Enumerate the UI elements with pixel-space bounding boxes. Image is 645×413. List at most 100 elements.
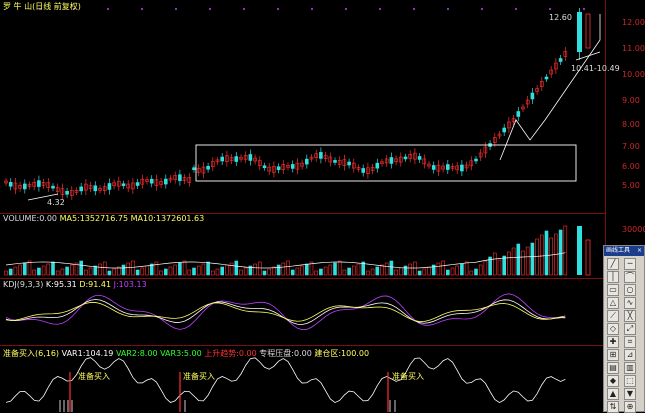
drawing-tool-icon[interactable]: ○ <box>624 284 636 296</box>
drawing-tool-icon[interactable]: △ <box>607 297 619 309</box>
toolbar-title-bar[interactable]: 画线工具 × <box>604 246 644 256</box>
drawing-tool-icon[interactable]: ◇ <box>607 323 619 335</box>
volume-bar <box>577 226 582 275</box>
volume-bar <box>497 259 502 276</box>
volume-bar <box>563 225 568 276</box>
volume-bar <box>32 269 37 276</box>
drawing-tool-icon[interactable]: │ <box>607 271 619 283</box>
drawing-tool-icon[interactable]: ⌒ <box>624 271 636 283</box>
volume-bar <box>530 242 535 276</box>
drawing-tool-icon[interactable]: ╱ <box>607 258 619 270</box>
volume-bar <box>98 263 102 276</box>
kdj-k: K:95.31 <box>45 280 77 289</box>
volume-bar <box>507 251 511 276</box>
price-tick: 7.00 <box>622 142 640 151</box>
drawing-tool-icon[interactable]: ◆ <box>607 375 619 387</box>
volume-bar <box>558 229 563 276</box>
volume-bar <box>135 269 140 276</box>
drawing-tool-icon[interactable]: ✚ <box>607 336 619 348</box>
volume-bar <box>380 264 384 276</box>
price-tick: 5.00 <box>622 181 640 190</box>
buy-signal-label: 准备买入 <box>183 372 215 381</box>
volume-bar <box>539 234 544 276</box>
drawing-tool-icon[interactable]: ⇅ <box>607 401 619 413</box>
event-marker <box>447 8 449 10</box>
volume-bar <box>455 265 460 276</box>
volume-bar <box>398 267 403 276</box>
volume-bar <box>474 268 478 276</box>
drawing-tool-icon[interactable]: ⤢ <box>624 323 636 335</box>
close-icon[interactable]: × <box>637 246 644 256</box>
volume-bar <box>286 260 290 276</box>
volume-bar <box>253 263 257 276</box>
candle-body <box>474 158 478 162</box>
candle-body <box>65 190 69 195</box>
drawing-tool-icon[interactable]: ⊞ <box>607 349 619 361</box>
volume-bar <box>384 262 389 276</box>
indicator-legend: 准备买入(6,16) VAR1:104.19 VAR2:8.00 VAR3:5.… <box>3 348 369 359</box>
drawing-tool-icon[interactable]: ⬚ <box>624 375 636 387</box>
drawing-tool-icon[interactable]: ⟋ <box>607 310 619 322</box>
volume-bar <box>445 269 450 276</box>
high-price-label: 12.60 <box>549 13 572 22</box>
volume-bar <box>140 267 145 276</box>
volume-bar <box>427 266 431 276</box>
volume-bar <box>178 262 182 276</box>
volume-ma-line <box>5 252 566 269</box>
drawing-tool-icon[interactable]: ▲ <box>607 388 619 400</box>
drawing-tool-icon[interactable]: ▤ <box>607 362 619 374</box>
candle-body <box>121 183 126 187</box>
buy-signal-label: 准备买入 <box>78 372 110 381</box>
range-label: 10.41-10.49 <box>571 64 620 73</box>
volume-bar <box>295 267 300 276</box>
candle-body <box>403 156 408 160</box>
volume-bar <box>272 266 276 276</box>
drawing-tool-icon[interactable]: ⌗ <box>624 336 636 348</box>
volume-bar <box>257 261 262 276</box>
volume-bar <box>88 267 93 276</box>
indicator-title: 准备买入(6,16) <box>3 349 60 358</box>
candle-body <box>37 180 41 187</box>
volume-tick: 30000 <box>622 225 645 234</box>
volume-bar <box>60 268 65 276</box>
drawing-tool-icon[interactable]: ∿ <box>624 297 636 309</box>
candle-body <box>333 160 337 163</box>
drawing-tool-icon[interactable]: ▭ <box>607 284 619 296</box>
volume-bar <box>187 269 192 276</box>
drawing-tool-icon[interactable]: ─ <box>624 258 636 270</box>
candle-body <box>93 185 98 192</box>
indicator-s1: 上升趋势:0.00 <box>204 349 257 358</box>
candle-body <box>389 157 394 164</box>
drawing-tool-icon[interactable]: ▥ <box>624 362 636 374</box>
volume-bar <box>41 265 46 276</box>
drawing-tool-icon[interactable]: ⊕ <box>624 401 636 413</box>
volume-bar <box>84 269 88 276</box>
volume-bar <box>121 264 126 276</box>
candle-body <box>445 164 450 170</box>
drawing-tool-icon[interactable]: ⊿ <box>624 349 636 361</box>
volume-bar <box>13 266 18 276</box>
stock-title: 罗 牛 山(日线 前复权) <box>3 1 81 12</box>
indicator-var2: VAR2:8.00 <box>115 349 158 358</box>
buy-signal-label: 准备买入 <box>392 372 424 381</box>
drawing-tool-icon[interactable]: ▼ <box>624 388 636 400</box>
drawing-toolbar[interactable]: 画线工具 × ╱ ─ │ ⌒ ▭ ○ △ ∿ ⟋ ╳ ◇ ⤢ ✚ ⌗ ⊞ ⊿ ▤ ▥ ◆ ⬚ ▲ ▼ ⇅ ⊕ <box>603 245 645 413</box>
event-marker <box>549 8 551 10</box>
candle-body <box>79 186 83 192</box>
volume-bar <box>521 250 525 276</box>
event-marker <box>141 8 143 10</box>
price-tick: 12.00 <box>622 18 645 27</box>
volume-bar <box>413 261 417 276</box>
candle-body <box>290 164 295 169</box>
volume-bar <box>239 269 243 276</box>
volume-bar <box>535 238 539 276</box>
drawing-tool-icon[interactable]: ╳ <box>624 310 636 322</box>
candle-body <box>375 162 380 169</box>
volume-bar <box>192 267 196 276</box>
event-marker <box>345 8 347 10</box>
volume-bar <box>276 264 281 276</box>
indicator-var1: VAR1:104.19 <box>61 349 114 358</box>
volume-bar <box>375 266 380 276</box>
volume-bar <box>356 263 361 276</box>
candle-body <box>558 58 563 62</box>
